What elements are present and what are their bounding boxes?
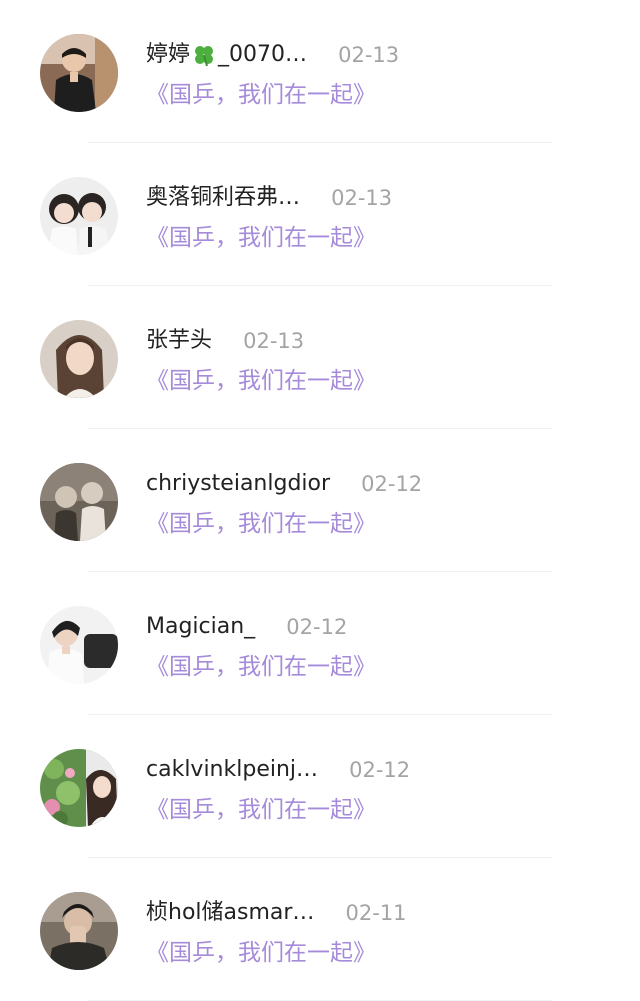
item-meta: 奥落铜利吞弗… 02-13 — [146, 183, 392, 212]
user-name[interactable]: 张芋头 — [146, 327, 212, 355]
user-name-prefix: 婷婷 — [146, 41, 191, 67]
user-name[interactable]: 婷婷 _0070… — [146, 41, 307, 69]
list-item[interactable]: 婷婷 _0070… 02-13 《国乒，我们在一起》 — [0, 0, 640, 143]
avatar-image — [40, 177, 118, 255]
item-date: 02-13 — [243, 328, 305, 353]
user-name[interactable]: 奥落铜利吞弗… — [146, 184, 300, 212]
avatar-image — [40, 34, 118, 112]
avatar-image — [40, 606, 118, 684]
avatar-image — [40, 463, 118, 541]
item-meta: Magician_ 02-12 — [146, 612, 347, 641]
list-item[interactable]: chriysteianlgdior 02-12 《国乒，我们在一起》 — [0, 429, 640, 572]
item-date: 02-12 — [286, 614, 348, 639]
follower-list: 婷婷 _0070… 02-13 《国乒，我们在一起》 奥落铜利吞弗… 02-13 … — [0, 0, 640, 1001]
item-meta: 婷婷 _0070… 02-13 — [146, 40, 399, 69]
avatar[interactable] — [40, 892, 118, 970]
avatar[interactable] — [40, 177, 118, 255]
user-name-suffix: _0070… — [218, 41, 308, 67]
avatar[interactable] — [40, 320, 118, 398]
item-title[interactable]: 《国乒，我们在一起》 — [146, 80, 376, 110]
avatar-image — [40, 320, 118, 398]
item-meta: 张芋头 02-13 — [146, 326, 304, 355]
avatar[interactable] — [40, 606, 118, 684]
avatar[interactable] — [40, 34, 118, 112]
list-item[interactable]: 奥落铜利吞弗… 02-13 《国乒，我们在一起》 — [0, 143, 640, 286]
item-title[interactable]: 《国乒，我们在一起》 — [146, 938, 376, 968]
item-meta: chriysteianlgdior 02-12 — [146, 469, 422, 498]
list-item[interactable]: Magician_ 02-12 《国乒，我们在一起》 — [0, 572, 640, 715]
avatar-image — [40, 892, 118, 970]
item-title[interactable]: 《国乒，我们在一起》 — [146, 652, 376, 682]
item-title[interactable]: 《国乒，我们在一起》 — [146, 366, 376, 396]
user-name[interactable]: Magician_ — [146, 613, 255, 641]
four-leaf-clover-icon — [195, 45, 214, 66]
item-title[interactable]: 《国乒，我们在一起》 — [146, 509, 376, 539]
user-name[interactable]: chriysteianlgdior — [146, 470, 330, 498]
list-item[interactable]: caklvinklpeinj… 02-12 《国乒，我们在一起》 — [0, 715, 640, 858]
list-item[interactable]: 桢hol储asmar… 02-11 《国乒，我们在一起》 — [0, 858, 640, 1001]
item-date: 02-13 — [331, 185, 393, 210]
avatar[interactable] — [40, 749, 118, 827]
item-date: 02-12 — [349, 757, 411, 782]
item-date: 02-13 — [338, 42, 400, 67]
item-date: 02-11 — [345, 900, 407, 925]
user-name[interactable]: 桢hol储asmar… — [146, 899, 314, 927]
item-title[interactable]: 《国乒，我们在一起》 — [146, 223, 376, 253]
item-date: 02-12 — [361, 471, 423, 496]
list-item[interactable]: 张芋头 02-13 《国乒，我们在一起》 — [0, 286, 640, 429]
avatar-image — [40, 749, 118, 827]
user-name[interactable]: caklvinklpeinj… — [146, 756, 318, 784]
item-meta: 桢hol储asmar… 02-11 — [146, 898, 407, 927]
item-title[interactable]: 《国乒，我们在一起》 — [146, 795, 376, 825]
item-meta: caklvinklpeinj… 02-12 — [146, 755, 410, 784]
avatar[interactable] — [40, 463, 118, 541]
